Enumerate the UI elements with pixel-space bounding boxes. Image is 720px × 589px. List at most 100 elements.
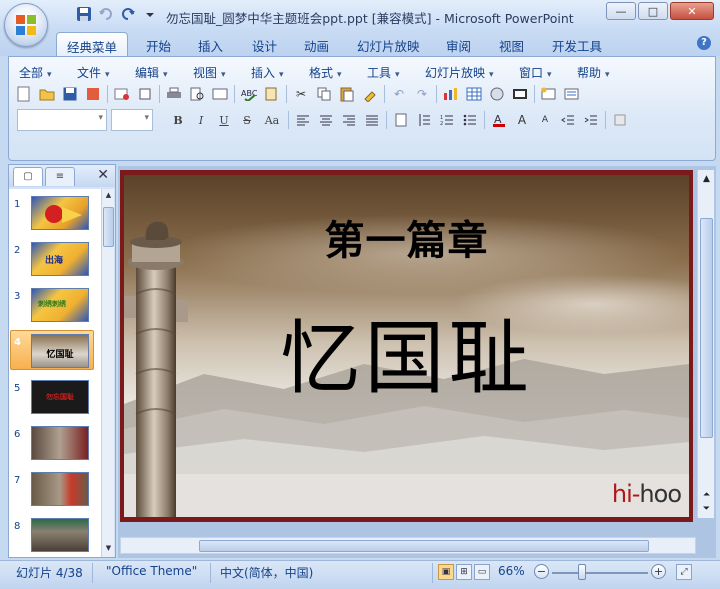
align-left-icon[interactable] <box>294 111 312 129</box>
new-slide-icon[interactable] <box>540 85 558 103</box>
attach-icon[interactable] <box>136 85 154 103</box>
insert-picture-icon[interactable] <box>488 85 506 103</box>
zoom-level[interactable]: 66% <box>498 564 525 578</box>
slide-thumb-3[interactable]: 3 刺绣刺绣 <box>9 287 101 327</box>
email-icon[interactable] <box>113 85 131 103</box>
justify-icon[interactable] <box>363 111 381 129</box>
zoom-in-button[interactable]: + <box>651 564 666 579</box>
research-icon[interactable] <box>263 85 281 103</box>
copy-icon[interactable] <box>315 85 333 103</box>
tab-view[interactable]: 视图 <box>499 36 524 55</box>
align-center-icon[interactable] <box>317 111 335 129</box>
slide-canvas[interactable]: 第一篇章 忆国耻 hi-hoo <box>120 170 693 522</box>
underline-button[interactable]: U <box>215 111 233 129</box>
tab-slides[interactable]: ▢ <box>13 167 43 186</box>
align-right-icon[interactable] <box>340 111 358 129</box>
slide-thumb-7[interactable]: 7 <box>9 471 101 511</box>
save-icon[interactable] <box>61 85 79 103</box>
minimize-button[interactable]: — <box>606 2 636 20</box>
zoom-out-button[interactable]: − <box>534 564 549 579</box>
print-icon[interactable] <box>165 85 183 103</box>
increase-indent-icon[interactable] <box>582 111 600 129</box>
menu-insert[interactable]: 插入 <box>251 64 284 81</box>
shrink-font-icon[interactable]: A <box>536 111 554 129</box>
help-icon[interactable]: ? <box>697 36 711 50</box>
scrollbar-thumb[interactable] <box>103 207 114 247</box>
cut-icon[interactable]: ✂ <box>292 85 310 103</box>
slide-thumb-1[interactable]: 1 <box>9 195 101 235</box>
paste-icon[interactable] <box>338 85 356 103</box>
customize-toolbar-icon[interactable] <box>142 6 158 22</box>
save-icon[interactable] <box>76 6 92 22</box>
undo-icon[interactable] <box>98 6 114 22</box>
tab-outline[interactable]: ≡ <box>45 167 75 186</box>
line-spacing-icon[interactable] <box>415 111 433 129</box>
bullets-icon[interactable] <box>461 111 479 129</box>
numbering-icon[interactable]: 12 <box>438 111 456 129</box>
tab-home[interactable]: 开始 <box>146 36 171 55</box>
tab-design[interactable]: 设计 <box>252 36 277 55</box>
menu-view[interactable]: 视图 <box>193 64 226 81</box>
font-name-combo[interactable] <box>17 109 107 131</box>
change-case-button[interactable]: Aa <box>261 111 283 129</box>
scroll-down-icon[interactable]: ▼ <box>103 544 114 555</box>
slide-title[interactable]: 第一篇章 <box>124 208 689 266</box>
office-button[interactable] <box>4 3 48 47</box>
spelling-icon[interactable]: ABC <box>240 85 258 103</box>
slideshow-view-icon[interactable]: ▭ <box>474 564 490 580</box>
table-icon[interactable] <box>465 85 483 103</box>
tab-classic-menu[interactable]: 经典菜单 <box>56 32 129 57</box>
strikethrough-button[interactable]: S <box>238 111 256 129</box>
thumbnail-scrollbar[interactable]: ▲ ▼ <box>101 189 114 557</box>
redo-icon[interactable]: ↷ <box>413 85 431 103</box>
editor-horizontal-scrollbar[interactable] <box>120 537 696 554</box>
slide-thumb-6[interactable]: 6 <box>9 425 101 465</box>
tab-animation[interactable]: 动画 <box>304 36 329 55</box>
maximize-button[interactable]: □ <box>638 2 668 20</box>
zoom-slider[interactable] <box>552 572 648 574</box>
permission-icon[interactable] <box>84 85 102 103</box>
fit-to-window-icon[interactable]: ⤢ <box>676 564 692 580</box>
scroll-up-icon[interactable]: ▲ <box>700 172 713 186</box>
color-grayscale-icon[interactable] <box>511 85 529 103</box>
shape-icon[interactable] <box>611 111 629 129</box>
chart-icon[interactable] <box>442 85 460 103</box>
scrollbar-thumb[interactable] <box>700 218 713 438</box>
open-icon[interactable] <box>38 85 56 103</box>
menu-format[interactable]: 格式 <box>309 64 342 81</box>
slide-thumb-2[interactable]: 2 出海 <box>9 241 101 281</box>
normal-view-icon[interactable]: ▣ <box>438 564 454 580</box>
menu-all[interactable]: 全部 <box>19 64 52 81</box>
grow-font-icon[interactable]: A <box>513 111 531 129</box>
zoom-slider-knob[interactable] <box>578 564 586 580</box>
text-direction-icon[interactable] <box>392 111 410 129</box>
previous-slide-icon[interactable]: ⏶ <box>700 488 713 502</box>
menu-file[interactable]: 文件 <box>77 64 110 81</box>
slide-view-icon[interactable] <box>211 85 229 103</box>
slide-heading[interactable]: 忆国耻 <box>124 294 689 410</box>
new-icon[interactable] <box>15 85 33 103</box>
bold-button[interactable]: B <box>169 111 187 129</box>
font-color-icon[interactable]: A <box>490 111 508 129</box>
tab-slideshow[interactable]: 幻灯片放映 <box>357 36 420 55</box>
scrollbar-thumb[interactable] <box>199 540 649 552</box>
slide-thumb-5[interactable]: 5 勿忘国耻 <box>9 379 101 419</box>
slide-thumb-4[interactable]: 4 忆国耻 <box>9 330 101 373</box>
tab-insert[interactable]: 插入 <box>198 36 223 55</box>
italic-button[interactable]: I <box>192 111 210 129</box>
menu-tools[interactable]: 工具 <box>367 64 400 81</box>
menu-window[interactable]: 窗口 <box>519 64 552 81</box>
font-size-combo[interactable] <box>111 109 153 131</box>
close-pane-icon[interactable]: ✕ <box>97 167 109 183</box>
tab-review[interactable]: 审阅 <box>446 36 471 55</box>
decrease-indent-icon[interactable] <box>559 111 577 129</box>
menu-help[interactable]: 帮助 <box>577 64 610 81</box>
format-painter-icon[interactable] <box>361 85 379 103</box>
redo-icon[interactable] <box>120 6 136 22</box>
scroll-up-icon[interactable]: ▲ <box>103 191 114 202</box>
tab-developer[interactable]: 开发工具 <box>552 36 602 55</box>
close-button[interactable]: ✕ <box>670 2 714 20</box>
print-preview-icon[interactable] <box>188 85 206 103</box>
slide-thumb-8[interactable]: 8 <box>9 517 101 557</box>
menu-slideshow[interactable]: 幻灯片放映 <box>425 64 494 81</box>
